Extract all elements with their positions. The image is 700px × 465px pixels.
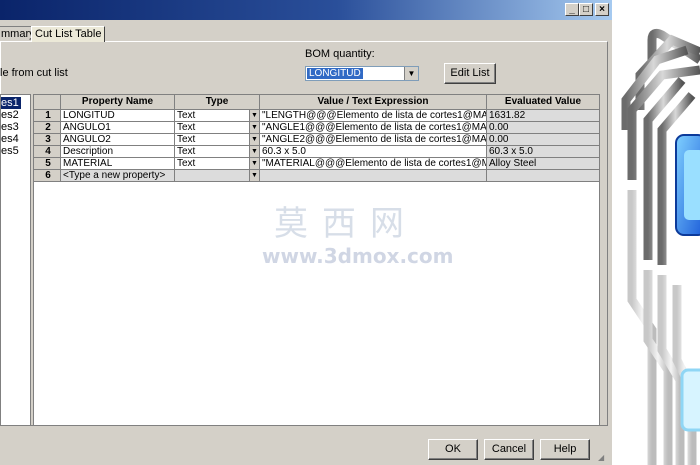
chevron-down-icon[interactable]: ▼ xyxy=(249,110,259,121)
tab-strip: mmary Cut List Table xyxy=(0,26,612,42)
chevron-down-icon[interactable]: ▼ xyxy=(404,67,418,80)
config-item[interactable]: es2 xyxy=(1,109,19,121)
config-item[interactable]: es4 xyxy=(1,133,19,145)
edit-list-button[interactable]: Edit List xyxy=(444,63,496,84)
column-header-evaluated-value[interactable]: Evaluated Value xyxy=(487,95,600,110)
value-expression-cell[interactable]: 60.3 x 5.0 xyxy=(260,146,487,158)
configuration-list[interactable]: es1 es2 es3 es4 es5 xyxy=(0,94,31,426)
type-value: Text xyxy=(177,110,196,121)
resize-grip-icon[interactable]: ◢ xyxy=(598,453,608,463)
evaluated-value-cell: Alloy Steel xyxy=(487,158,600,170)
property-name-cell[interactable]: Description xyxy=(61,146,175,158)
value-expression-cell[interactable] xyxy=(260,170,487,182)
cut-list-properties-dialog: _ □ × mmary Cut List Table le from cut l… xyxy=(0,0,612,465)
value-expression-cell[interactable]: "MATERIAL@@@Elemento de lista de cortes1… xyxy=(260,158,487,170)
type-value: Text xyxy=(177,122,196,133)
minimize-button[interactable]: _ xyxy=(565,3,579,16)
close-button[interactable]: × xyxy=(595,3,609,16)
config-item[interactable]: es5 xyxy=(1,145,19,157)
evaluated-value-cell xyxy=(487,170,600,182)
config-item[interactable]: es3 xyxy=(1,121,19,133)
value-expression-cell[interactable]: "LENGTH@@@Elemento de lista de cortes1@M… xyxy=(260,110,487,122)
bom-quantity-label: BOM quantity: xyxy=(305,48,375,60)
row-number[interactable]: 3 xyxy=(34,134,61,146)
type-cell[interactable]: Text ▼ xyxy=(175,110,260,122)
type-value: Text xyxy=(177,146,196,157)
row-number[interactable]: 5 xyxy=(34,158,61,170)
row-number[interactable]: 2 xyxy=(34,122,61,134)
evaluated-value-cell: 1631.82 xyxy=(487,110,600,122)
watermark-url: www.3dmox.com xyxy=(262,244,454,268)
chevron-down-icon[interactable]: ▼ xyxy=(249,158,259,169)
bom-quantity-select[interactable]: LONGITUD ▼ xyxy=(305,66,419,81)
bom-quantity-value: LONGITUD xyxy=(307,68,363,79)
model-viewport[interactable] xyxy=(612,0,700,465)
evaluated-value-cell: 0.00 xyxy=(487,134,600,146)
column-header-type[interactable]: Type xyxy=(175,95,260,110)
cut-list-source-label: le from cut list xyxy=(0,67,68,79)
property-name-cell[interactable]: LONGITUD xyxy=(61,110,175,122)
chevron-down-icon[interactable]: ▼ xyxy=(249,122,259,133)
watermark-chinese: 莫西网 xyxy=(274,204,418,244)
help-button[interactable]: Help xyxy=(540,439,590,460)
chevron-down-icon[interactable]: ▼ xyxy=(249,134,259,145)
property-name-cell[interactable]: ÁNGULO1 xyxy=(61,122,175,134)
type-cell[interactable]: Text ▼ xyxy=(175,122,260,134)
column-header-value-expression[interactable]: Value / Text Expression xyxy=(260,95,487,110)
value-expression-cell[interactable]: "ANGLE1@@@Elemento de lista de cortes1@M… xyxy=(260,122,487,134)
column-header-row-number xyxy=(34,95,61,110)
new-property-cell[interactable]: <Type a new property> xyxy=(61,170,175,182)
weldment-model-graphic xyxy=(621,28,700,465)
type-cell[interactable]: Text ▼ xyxy=(175,158,260,170)
property-name-cell[interactable]: ÁNGULO2 xyxy=(61,134,175,146)
value-expression-cell[interactable]: "ANGLE2@@@Elemento de lista de cortes1@M… xyxy=(260,134,487,146)
row-number[interactable]: 4 xyxy=(34,146,61,158)
config-item[interactable]: es1 xyxy=(1,97,21,109)
chevron-down-icon[interactable]: ▼ xyxy=(249,170,259,181)
type-value: Text xyxy=(177,134,196,145)
tab-cut-list-table[interactable]: Cut List Table xyxy=(31,26,106,42)
maximize-button[interactable]: □ xyxy=(579,3,593,16)
evaluated-value-cell: 0.00 xyxy=(487,122,600,134)
row-number[interactable]: 1 xyxy=(34,110,61,122)
title-bar: _ □ × xyxy=(0,0,612,20)
column-header-property-name[interactable]: Property Name xyxy=(61,95,175,110)
evaluated-value-cell: 60.3 x 5.0 xyxy=(487,146,600,158)
type-value: Text xyxy=(177,158,196,169)
type-cell[interactable]: Text ▼ xyxy=(175,146,260,158)
cancel-button[interactable]: Cancel xyxy=(484,439,534,460)
ok-button[interactable]: OK xyxy=(428,439,478,460)
row-number[interactable]: 6 xyxy=(34,170,61,182)
type-cell[interactable]: ▼ xyxy=(175,170,260,182)
chevron-down-icon[interactable]: ▼ xyxy=(249,146,259,157)
type-cell[interactable]: Text ▼ xyxy=(175,134,260,146)
button-bar: OK Cancel Help ◢ xyxy=(0,426,612,465)
property-name-cell[interactable]: MATERIAL xyxy=(61,158,175,170)
